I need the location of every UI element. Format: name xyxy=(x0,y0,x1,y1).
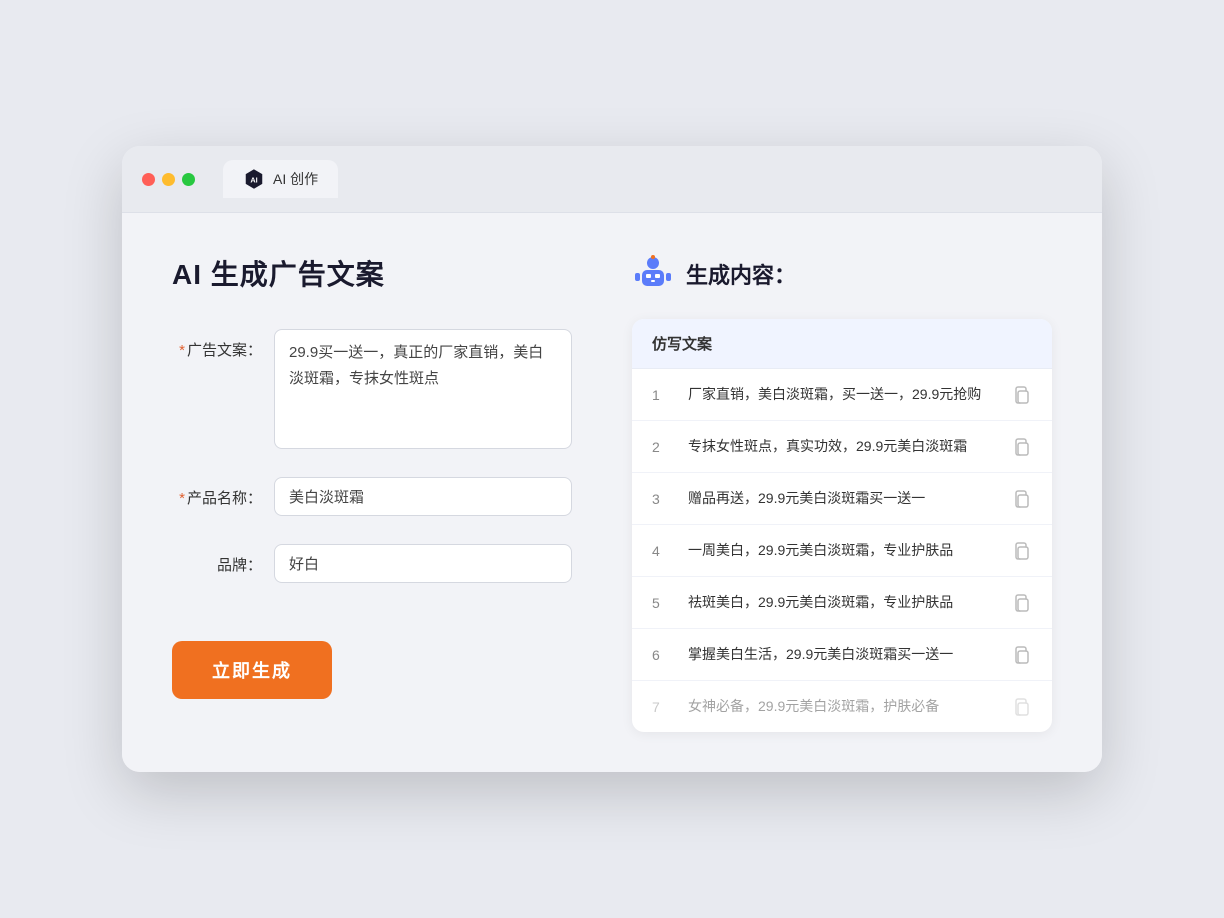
copy-icon[interactable] xyxy=(1012,489,1032,509)
row-number: 5 xyxy=(652,595,672,611)
row-text: 专抹女性斑点，真实功效，29.9元美白淡斑霜 xyxy=(688,436,996,457)
left-panel: AI 生成广告文案 *广告文案： *产品名称： 品 xyxy=(172,253,572,732)
table-row: 5 祛斑美白，29.9元美白淡斑霜，专业护肤品 xyxy=(632,577,1052,629)
tab-label: AI 创作 xyxy=(273,169,318,189)
close-button[interactable] xyxy=(142,173,155,186)
page-title: AI 生成广告文案 xyxy=(172,253,572,293)
ad-copy-label: *广告文案： xyxy=(172,329,262,360)
row-text: 祛斑美白，29.9元美白淡斑霜，专业护肤品 xyxy=(688,592,996,613)
minimize-button[interactable] xyxy=(162,173,175,186)
product-name-group: *产品名称： xyxy=(172,477,572,516)
result-table-header: 仿写文案 xyxy=(632,319,1052,369)
row-number: 6 xyxy=(652,647,672,663)
required-star: * xyxy=(179,342,185,359)
result-rows-container: 1 厂家直销，美白淡斑霜，买一送一，29.9元抢购 2 专抹女性斑点，真实功效，29… xyxy=(632,369,1052,732)
row-number: 4 xyxy=(652,543,672,559)
table-row: 1 厂家直销，美白淡斑霜，买一送一，29.9元抢购 xyxy=(632,369,1052,421)
table-row: 7 女神必备，29.9元美白淡斑霜，护肤必备 xyxy=(632,681,1052,732)
result-title: 生成内容： xyxy=(686,258,796,290)
row-number: 2 xyxy=(652,439,672,455)
browser-window: AI AI 创作 AI 生成广告文案 *广告文案： *产品 xyxy=(122,146,1102,772)
main-layout: AI 生成广告文案 *广告文案： *产品名称： 品 xyxy=(172,253,1052,732)
brand-input[interactable] xyxy=(274,544,572,583)
copy-icon[interactable] xyxy=(1012,645,1032,665)
copy-icon[interactable] xyxy=(1012,593,1032,613)
ad-copy-input[interactable] xyxy=(274,329,572,449)
table-row: 6 掌握美白生活，29.9元美白淡斑霜买一送一 xyxy=(632,629,1052,681)
required-star-2: * xyxy=(179,490,185,507)
row-text: 女神必备，29.9元美白淡斑霜，护肤必备 xyxy=(688,696,996,717)
brand-group: 品牌： xyxy=(172,544,572,583)
table-row: 2 专抹女性斑点，真实功效，29.9元美白淡斑霜 xyxy=(632,421,1052,473)
copy-icon[interactable] xyxy=(1012,437,1032,457)
traffic-lights xyxy=(142,173,195,186)
robot-icon xyxy=(632,253,674,295)
right-panel: 生成内容： 仿写文案 1 厂家直销，美白淡斑霜，买一送一，29.9元抢购 2 专抹女… xyxy=(632,253,1052,732)
table-row: 4 一周美白，29.9元美白淡斑霜，专业护肤品 xyxy=(632,525,1052,577)
row-text: 一周美白，29.9元美白淡斑霜，专业护肤品 xyxy=(688,540,996,561)
table-row: 3 赠品再送，29.9元美白淡斑霜买一送一 xyxy=(632,473,1052,525)
product-name-label: *产品名称： xyxy=(172,477,262,508)
row-text: 赠品再送，29.9元美白淡斑霜买一送一 xyxy=(688,488,996,509)
browser-tab[interactable]: AI AI 创作 xyxy=(223,160,338,198)
browser-titlebar: AI AI 创作 xyxy=(122,146,1102,213)
ai-icon: AI xyxy=(243,168,265,190)
result-header: 生成内容： xyxy=(632,253,1052,295)
copy-icon[interactable] xyxy=(1012,385,1032,405)
ad-copy-group: *广告文案： xyxy=(172,329,572,449)
generate-button[interactable]: 立即生成 xyxy=(172,641,332,699)
row-text: 厂家直销，美白淡斑霜，买一送一，29.9元抢购 xyxy=(688,384,996,405)
browser-content: AI 生成广告文案 *广告文案： *产品名称： 品 xyxy=(122,213,1102,772)
copy-icon[interactable] xyxy=(1012,541,1032,561)
row-number: 1 xyxy=(652,387,672,403)
result-table: 仿写文案 1 厂家直销，美白淡斑霜，买一送一，29.9元抢购 2 专抹女性斑点，真实… xyxy=(632,319,1052,732)
row-number: 7 xyxy=(652,699,672,715)
maximize-button[interactable] xyxy=(182,173,195,186)
copy-icon[interactable] xyxy=(1012,697,1032,717)
svg-text:AI: AI xyxy=(250,176,257,185)
product-name-input[interactable] xyxy=(274,477,572,516)
row-text: 掌握美白生活，29.9元美白淡斑霜买一送一 xyxy=(688,644,996,665)
row-number: 3 xyxy=(652,491,672,507)
brand-label: 品牌： xyxy=(172,544,262,575)
